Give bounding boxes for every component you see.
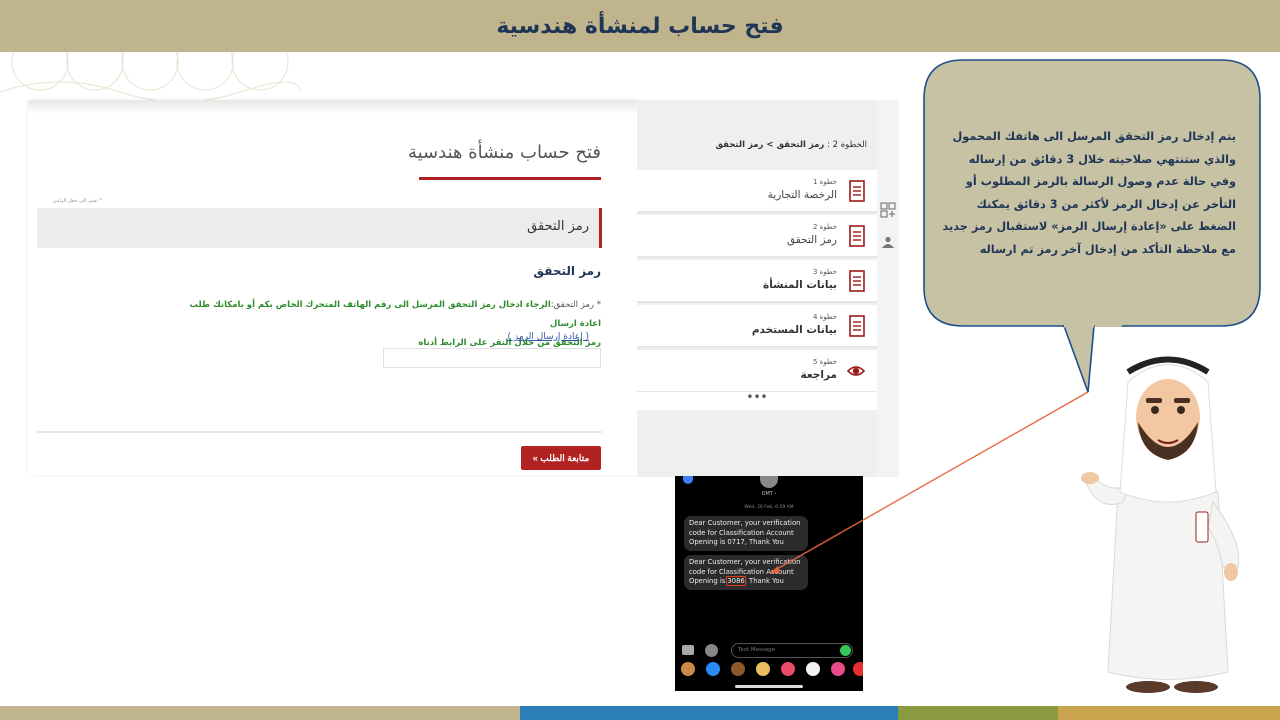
home-indicator <box>735 685 803 688</box>
document-icon <box>849 180 865 202</box>
breadcrumb-path: رمز التحقق > رمز التحقق <box>715 140 825 150</box>
required-note: * تشير الى حقل الزامي <box>52 198 102 204</box>
imessage-app-row <box>681 662 863 677</box>
instruction-line-1: الرجاء ادخال رمز التحقق المرسل الى رقم ا… <box>189 300 601 329</box>
footer-stripe-2 <box>520 706 898 720</box>
step-number: خطوة 1 <box>812 178 837 186</box>
step-item-5[interactable]: خطوة 5 مراجعة <box>637 350 877 393</box>
music-app-icon <box>806 662 820 676</box>
verification-code-input[interactable] <box>383 348 601 368</box>
sticker-app-icon <box>756 662 770 676</box>
continue-request-button[interactable]: متابعة الطلب » <box>521 446 601 470</box>
app-store-icon <box>705 644 718 657</box>
title-bar: فتح حساب لمنشأة هندسية <box>0 0 1280 52</box>
sms-compose-bar: Text Message <box>675 638 863 691</box>
sms-date: Wed, 26 Feb, 6:59 AM <box>744 505 794 510</box>
step-number: خطوة 3 <box>812 268 837 276</box>
eye-icon <box>847 366 865 376</box>
more-steps-indicator[interactable]: ••• <box>637 391 877 410</box>
appstore-app-icon <box>706 662 720 676</box>
form-title-underline <box>419 177 601 180</box>
slide-title: فتح حساب لمنشأة هندسية <box>496 13 784 39</box>
phone-sms-screenshot: DMT › Wed, 26 Feb, 6:59 AM Dear Customer… <box>675 476 863 691</box>
step-item-4[interactable]: خطوة 4 بيانات المستخدم <box>637 305 877 348</box>
steps-header: الخطوة 2 : رمز التحقق > رمز التحقق <box>637 100 877 170</box>
panel-shadow <box>28 100 637 114</box>
code-icon[interactable] <box>880 202 896 218</box>
sms-message-2-end: , Thank You <box>744 577 784 585</box>
section-header: رمز التحقق <box>37 208 602 248</box>
footer-stripe-1 <box>0 706 520 720</box>
extra-app-icon <box>853 662 863 676</box>
user-group-icon[interactable] <box>881 236 895 248</box>
resend-code-link[interactable]: ( إعادة إرسال الرمز ) <box>508 332 589 342</box>
footer-stripes <box>0 706 1280 720</box>
slide: فتح حساب لمنشأة هندسية فتح حساب منشأة هن… <box>0 0 1280 720</box>
form-divider <box>37 431 602 433</box>
memoji-app-icon <box>731 662 745 676</box>
step-item-1[interactable]: خطوة 1 الرخصة التجارية <box>637 170 877 213</box>
footer-stripe-4 <box>1058 706 1280 720</box>
step-item-2[interactable]: خطوة 2 رمز التحقق <box>637 215 877 258</box>
camera-icon <box>682 645 694 655</box>
step-label: رمز التحقق <box>787 234 837 246</box>
document-icon <box>849 315 865 337</box>
section-header-label: رمز التحقق <box>527 219 589 234</box>
sms-message-2: Dear Customer, your verification code fo… <box>684 555 808 590</box>
footer-stripe-3 <box>898 706 1058 720</box>
arabesque-pattern-icon <box>0 52 300 103</box>
step-item-3[interactable]: خطوة 3 بيانات المنشأة <box>637 260 877 303</box>
send-arrow-icon <box>840 645 851 656</box>
highlighted-verification-code: 3086 <box>726 576 746 586</box>
photos-app-icon <box>681 662 695 676</box>
back-badge-icon <box>683 476 693 484</box>
step-number: خطوة 2 <box>812 223 837 231</box>
instruction-label: * رمز التحقق: <box>550 300 601 310</box>
document-icon <box>849 225 865 247</box>
sms-message-1: Dear Customer, your verification code fo… <box>684 516 808 551</box>
form-title: فتح حساب منشأة هندسية <box>407 142 601 163</box>
step-number: خطوة 5 <box>812 358 837 366</box>
verification-instructions: * رمز التحقق:الرجاء ادخال رمز التحقق الم… <box>171 296 601 353</box>
steps-sidebar: الخطوة 2 : رمز التحقق > رمز التحقق خطوة … <box>637 100 877 477</box>
sms-text-input: Text Message <box>731 643 853 658</box>
side-toolbar <box>877 100 899 477</box>
verification-subtitle: رمز التحقق <box>533 264 601 278</box>
step-label: الرخصة التجارية <box>767 189 837 201</box>
heart-app-icon <box>831 662 845 676</box>
step-label: مراجعة <box>800 369 838 381</box>
sms-contact-name: DMT › <box>761 491 777 497</box>
account-form-panel: فتح حساب منشأة هندسية * تشير الى حقل الز… <box>28 100 637 475</box>
document-icon <box>849 270 865 292</box>
speech-bubble-text: يتم إدخال رمز التحقق المرسل الى هاتفك ال… <box>942 130 1236 256</box>
step-number: خطوة 4 <box>812 313 837 321</box>
breadcrumb-prefix: الخطوة 2 : <box>827 140 867 150</box>
step-label: بيانات المستخدم <box>751 324 837 336</box>
guide-character-icon <box>1081 356 1240 693</box>
contact-avatar <box>760 476 778 488</box>
search-images-icon <box>781 662 795 676</box>
steps-breadcrumb: الخطوة 2 : رمز التحقق > رمز التحقق <box>716 140 867 150</box>
step-label: بيانات المنشأة <box>763 279 837 291</box>
